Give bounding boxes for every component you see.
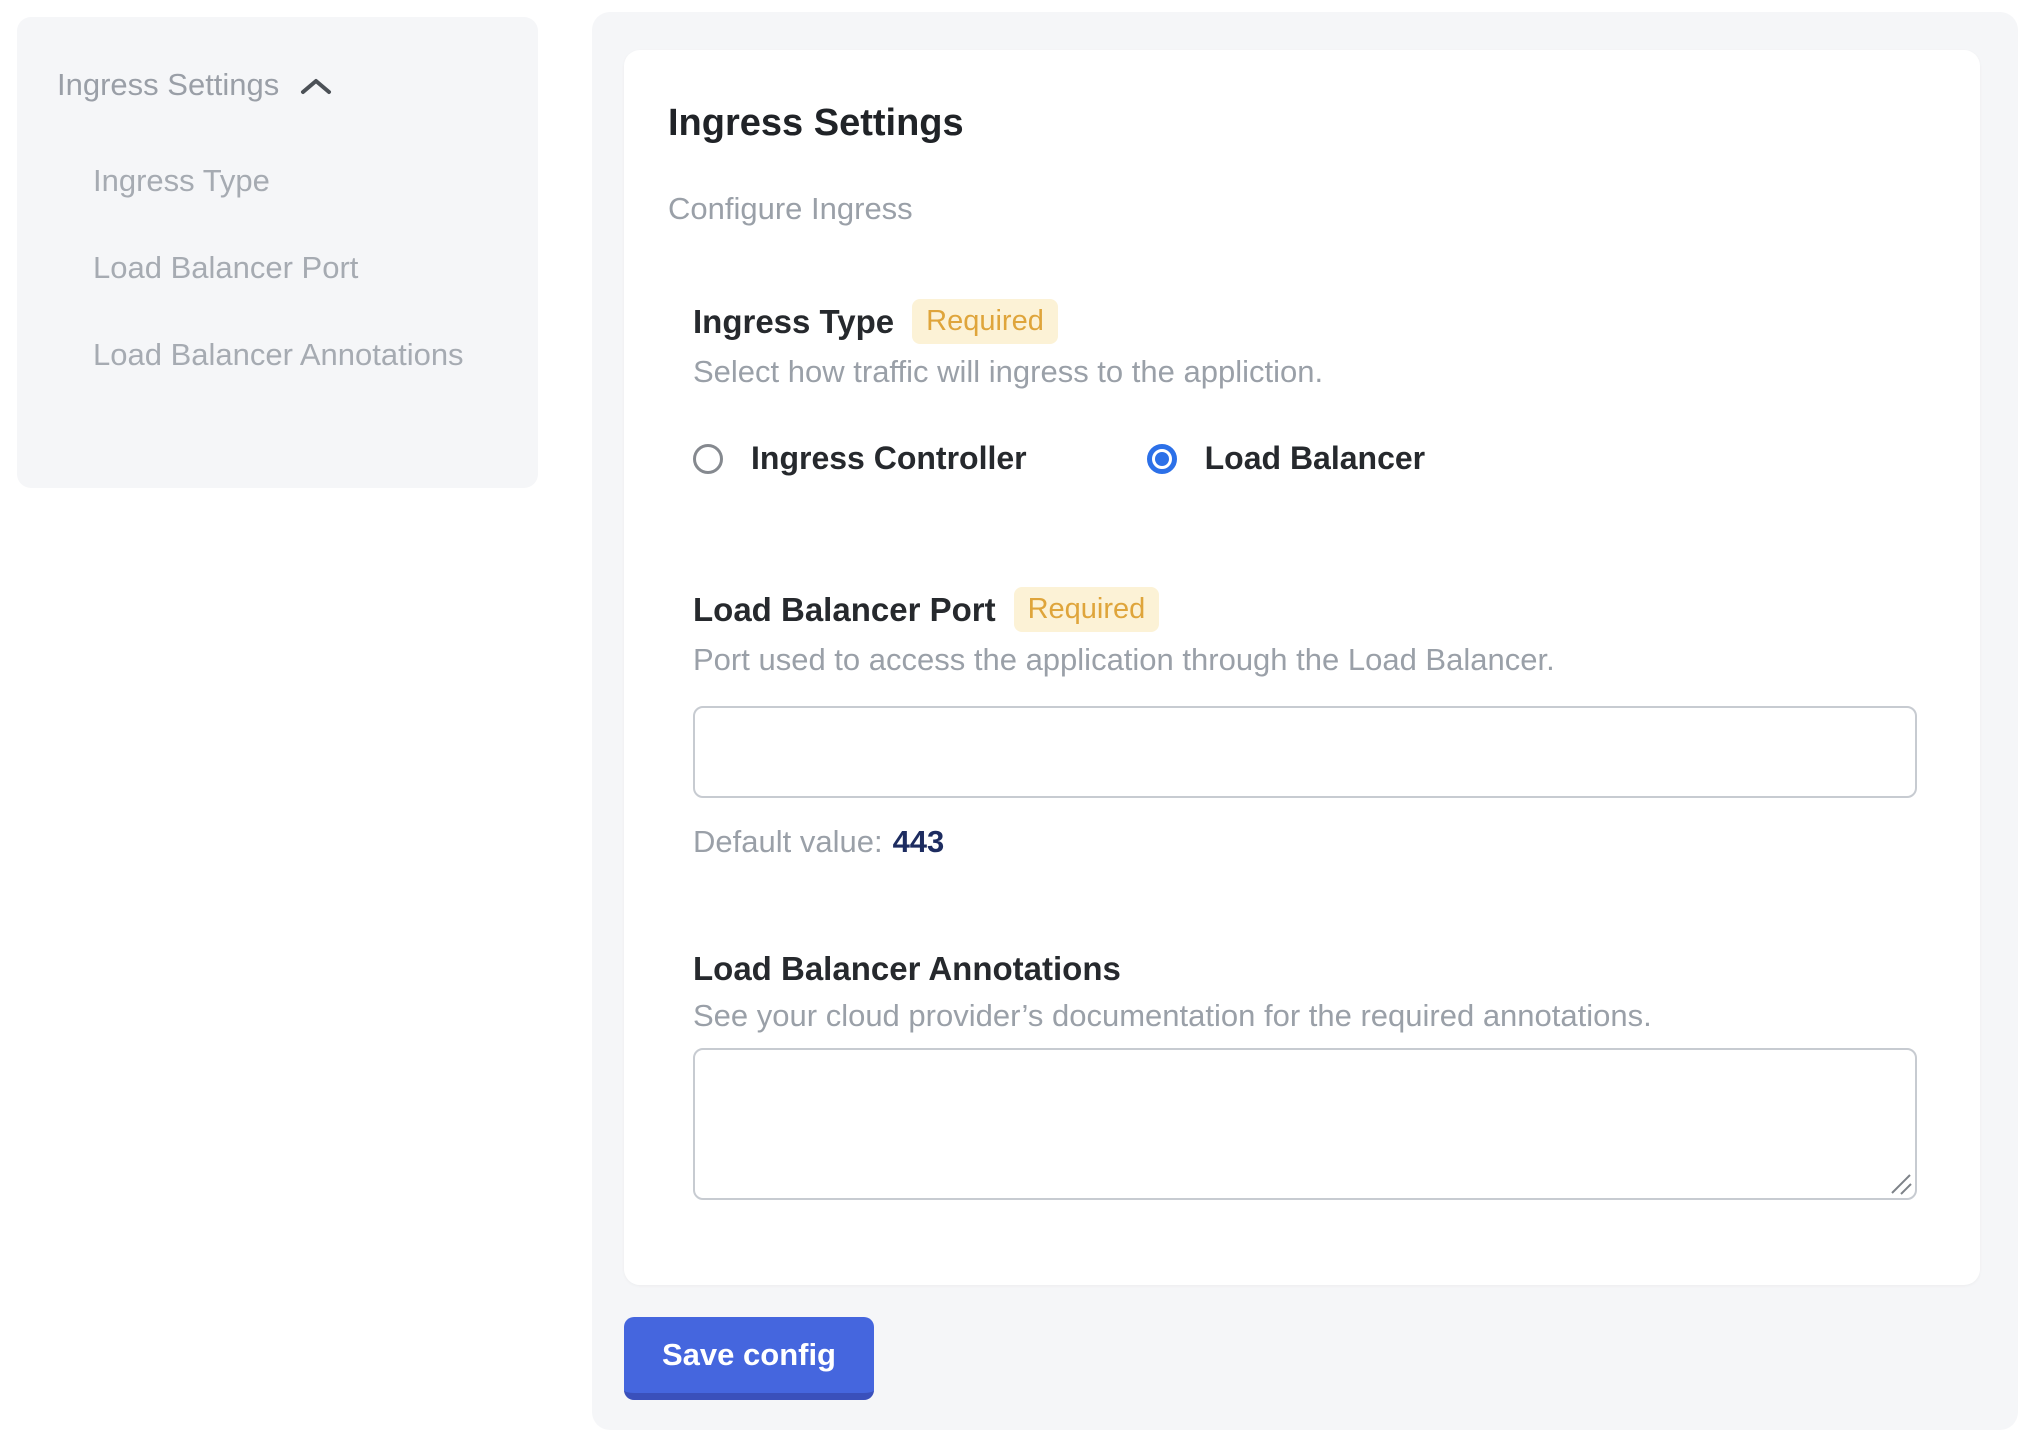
sidebar-item-ingress-type[interactable]: Ingress Type — [93, 153, 473, 208]
sidebar-group-label: Ingress Settings — [57, 67, 279, 103]
radio-option-load-balancer[interactable]: Load Balancer — [1147, 440, 1426, 477]
load-balancer-port-description: Port used to access the application thro… — [693, 642, 1917, 678]
sidebar-item-load-balancer-port[interactable]: Load Balancer Port — [93, 240, 473, 295]
default-value-line: Default value: 443 — [693, 824, 1917, 860]
section-load-balancer-port: Load Balancer Port Required Port used to… — [693, 587, 1917, 860]
required-badge: Required — [1014, 587, 1160, 632]
ingress-type-description: Select how traffic will ingress to the a… — [693, 354, 1917, 390]
sidebar-group-ingress-settings[interactable]: Ingress Settings — [57, 67, 538, 103]
radio-option-ingress-controller[interactable]: Ingress Controller — [693, 440, 1027, 477]
default-value: 443 — [893, 824, 945, 859]
default-value-label: Default value: — [693, 824, 883, 859]
load-balancer-port-input[interactable] — [693, 706, 1917, 798]
main-panel: Ingress Settings Configure Ingress Ingre… — [592, 12, 2018, 1430]
load-balancer-annotations-textarea[interactable] — [693, 1048, 1917, 1200]
page-title: Ingress Settings — [668, 102, 1936, 145]
load-balancer-port-label: Load Balancer Port — [693, 591, 996, 629]
save-config-button[interactable]: Save config — [624, 1317, 874, 1400]
ingress-settings-card: Ingress Settings Configure Ingress Ingre… — [624, 50, 1980, 1285]
section-load-balancer-annotations: Load Balancer Annotations See your cloud… — [693, 950, 1917, 1200]
radio-unselected-icon[interactable] — [693, 444, 723, 474]
radio-label-ingress-controller: Ingress Controller — [751, 440, 1027, 477]
radio-label-load-balancer: Load Balancer — [1205, 440, 1426, 477]
sidebar-item-list: Ingress Type Load Balancer Port Load Bal… — [93, 153, 498, 382]
radio-selected-icon[interactable] — [1147, 444, 1177, 474]
sidebar-item-load-balancer-annotations[interactable]: Load Balancer Annotations — [93, 327, 473, 382]
section-ingress-type: Ingress Type Required Select how traffic… — [693, 299, 1917, 477]
load-balancer-annotations-description: See your cloud provider’s documentation … — [693, 998, 1917, 1034]
load-balancer-annotations-label: Load Balancer Annotations — [693, 950, 1121, 988]
ingress-type-radio-group: Ingress Controller Load Balancer — [693, 440, 1917, 477]
chevron-up-icon — [299, 76, 333, 98]
required-badge: Required — [912, 299, 1058, 344]
page-subtitle: Configure Ingress — [668, 191, 1936, 227]
ingress-type-label: Ingress Type — [693, 303, 894, 341]
settings-sidebar: Ingress Settings Ingress Type Load Balan… — [17, 17, 538, 488]
